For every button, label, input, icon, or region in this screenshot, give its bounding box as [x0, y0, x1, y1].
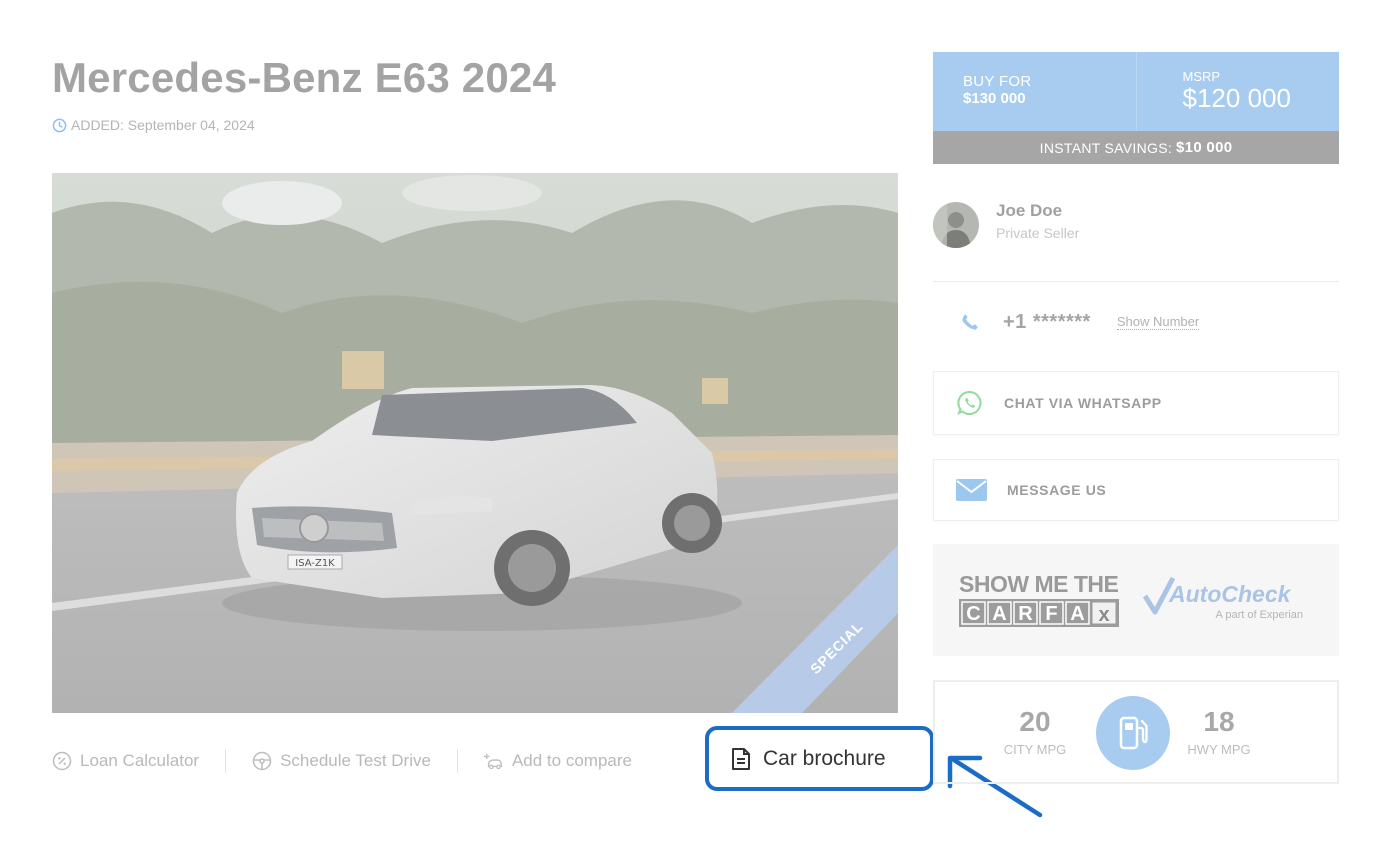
carfax-logo[interactable]: SHOW ME THE C A R F A x	[959, 570, 1125, 630]
instant-savings-label: INSTANT SAVINGS:	[1039, 139, 1173, 156]
divider	[225, 749, 227, 773]
listing-actions: Loan Calculator Schedule Test Drive Add …	[52, 745, 632, 777]
svg-text:A part of Experian: A part of Experian	[1216, 609, 1303, 621]
clock-icon	[52, 118, 67, 132]
phone-number: +1 *******	[1003, 310, 1091, 333]
buy-for: BUY FOR $130 000	[933, 52, 1137, 131]
car-brochure-button[interactable]: Car brochure	[705, 726, 934, 791]
price-top: BUY FOR $130 000 MSRP $120 000	[933, 52, 1339, 131]
hwy-mpg: 18 HWY MPG	[1179, 706, 1259, 758]
svg-text:A: A	[1070, 603, 1084, 625]
percent-icon	[52, 751, 72, 771]
phone-row: +1 ******* Show Number	[933, 300, 1339, 344]
show-number-link[interactable]: Show Number	[1116, 314, 1200, 330]
svg-text:A: A	[992, 603, 1006, 625]
msrp-value: $120 000	[1182, 83, 1291, 113]
schedule-test-drive-link[interactable]: Schedule Test Drive	[252, 751, 431, 771]
message-us-label: MESSAGE US	[1007, 482, 1107, 498]
whatsapp-icon	[957, 391, 982, 415]
msrp: MSRP $120 000	[1137, 52, 1340, 131]
svg-text:F: F	[1045, 603, 1057, 625]
loan-calculator-label: Loan Calculator	[80, 751, 200, 770]
instant-savings: INSTANT SAVINGS: $10 000	[933, 131, 1339, 164]
steering-wheel-icon	[252, 751, 272, 771]
svg-text:R: R	[1018, 603, 1033, 625]
phone-icon	[962, 314, 978, 330]
car-photo[interactable]: ISA-Z1K SPECIAL	[52, 173, 898, 713]
add-to-compare-label: Add to compare	[511, 751, 632, 770]
license-plate: ISA-Z1K	[295, 558, 335, 569]
svg-text:x: x	[1098, 604, 1109, 626]
message-us-button[interactable]: MESSAGE US	[933, 459, 1339, 521]
city-mpg-value: 20	[1019, 706, 1051, 737]
city-mpg: 20 CITY MPG	[995, 706, 1075, 758]
svg-text:C: C	[966, 603, 980, 625]
whatsapp-label: CHAT VIA WHATSAPP	[1004, 395, 1162, 411]
seller-name: Joe Doe	[996, 201, 1063, 220]
page-title: Mercedes-Benz E63 2024	[52, 54, 557, 101]
vehicle-reports: SHOW ME THE C A R F A x AutoCheck A part…	[933, 544, 1339, 656]
divider	[456, 749, 458, 773]
instant-savings-value: $10 000	[1176, 139, 1233, 156]
seller-type: Private Seller	[996, 225, 1080, 241]
chat-via-whatsapp-button[interactable]: CHAT VIA WHATSAPP	[933, 371, 1339, 435]
compare-car-icon	[483, 753, 502, 770]
schedule-test-drive-label: Schedule Test Drive	[280, 751, 431, 770]
avatar[interactable]	[933, 202, 979, 248]
added-date-text: ADDED: September 04, 2024	[71, 117, 255, 133]
loan-calculator-link[interactable]: Loan Calculator	[52, 751, 199, 771]
svg-text:AutoCheck: AutoCheck	[1168, 581, 1292, 607]
autocheck-logo[interactable]: AutoCheck A part of Experian	[1143, 572, 1313, 624]
document-icon	[732, 747, 750, 770]
added-date: ADDED: September 04, 2024	[52, 117, 255, 133]
msrp-label: MSRP	[1182, 69, 1221, 84]
price-box: BUY FOR $130 000 MSRP $120 000 INSTANT S…	[933, 52, 1339, 164]
hwy-mpg-value: 18	[1203, 706, 1235, 737]
envelope-icon	[956, 479, 987, 501]
fuel-economy: 20 CITY MPG 18 HWY MPG	[933, 680, 1339, 784]
city-mpg-label: CITY MPG	[1003, 742, 1067, 757]
car-brochure-label: Car brochure	[763, 746, 886, 770]
buy-for-label: BUY FOR	[963, 73, 1032, 90]
add-to-compare-link[interactable]: Add to compare	[483, 751, 632, 771]
seller-card: Joe Doe Private Seller	[933, 200, 1339, 282]
fuel-pump-icon	[1096, 696, 1170, 770]
buy-for-value: $130 000	[963, 90, 1026, 107]
svg-text:SHOW ME THE: SHOW ME THE	[959, 571, 1118, 597]
hwy-mpg-label: HWY MPG	[1187, 742, 1251, 757]
